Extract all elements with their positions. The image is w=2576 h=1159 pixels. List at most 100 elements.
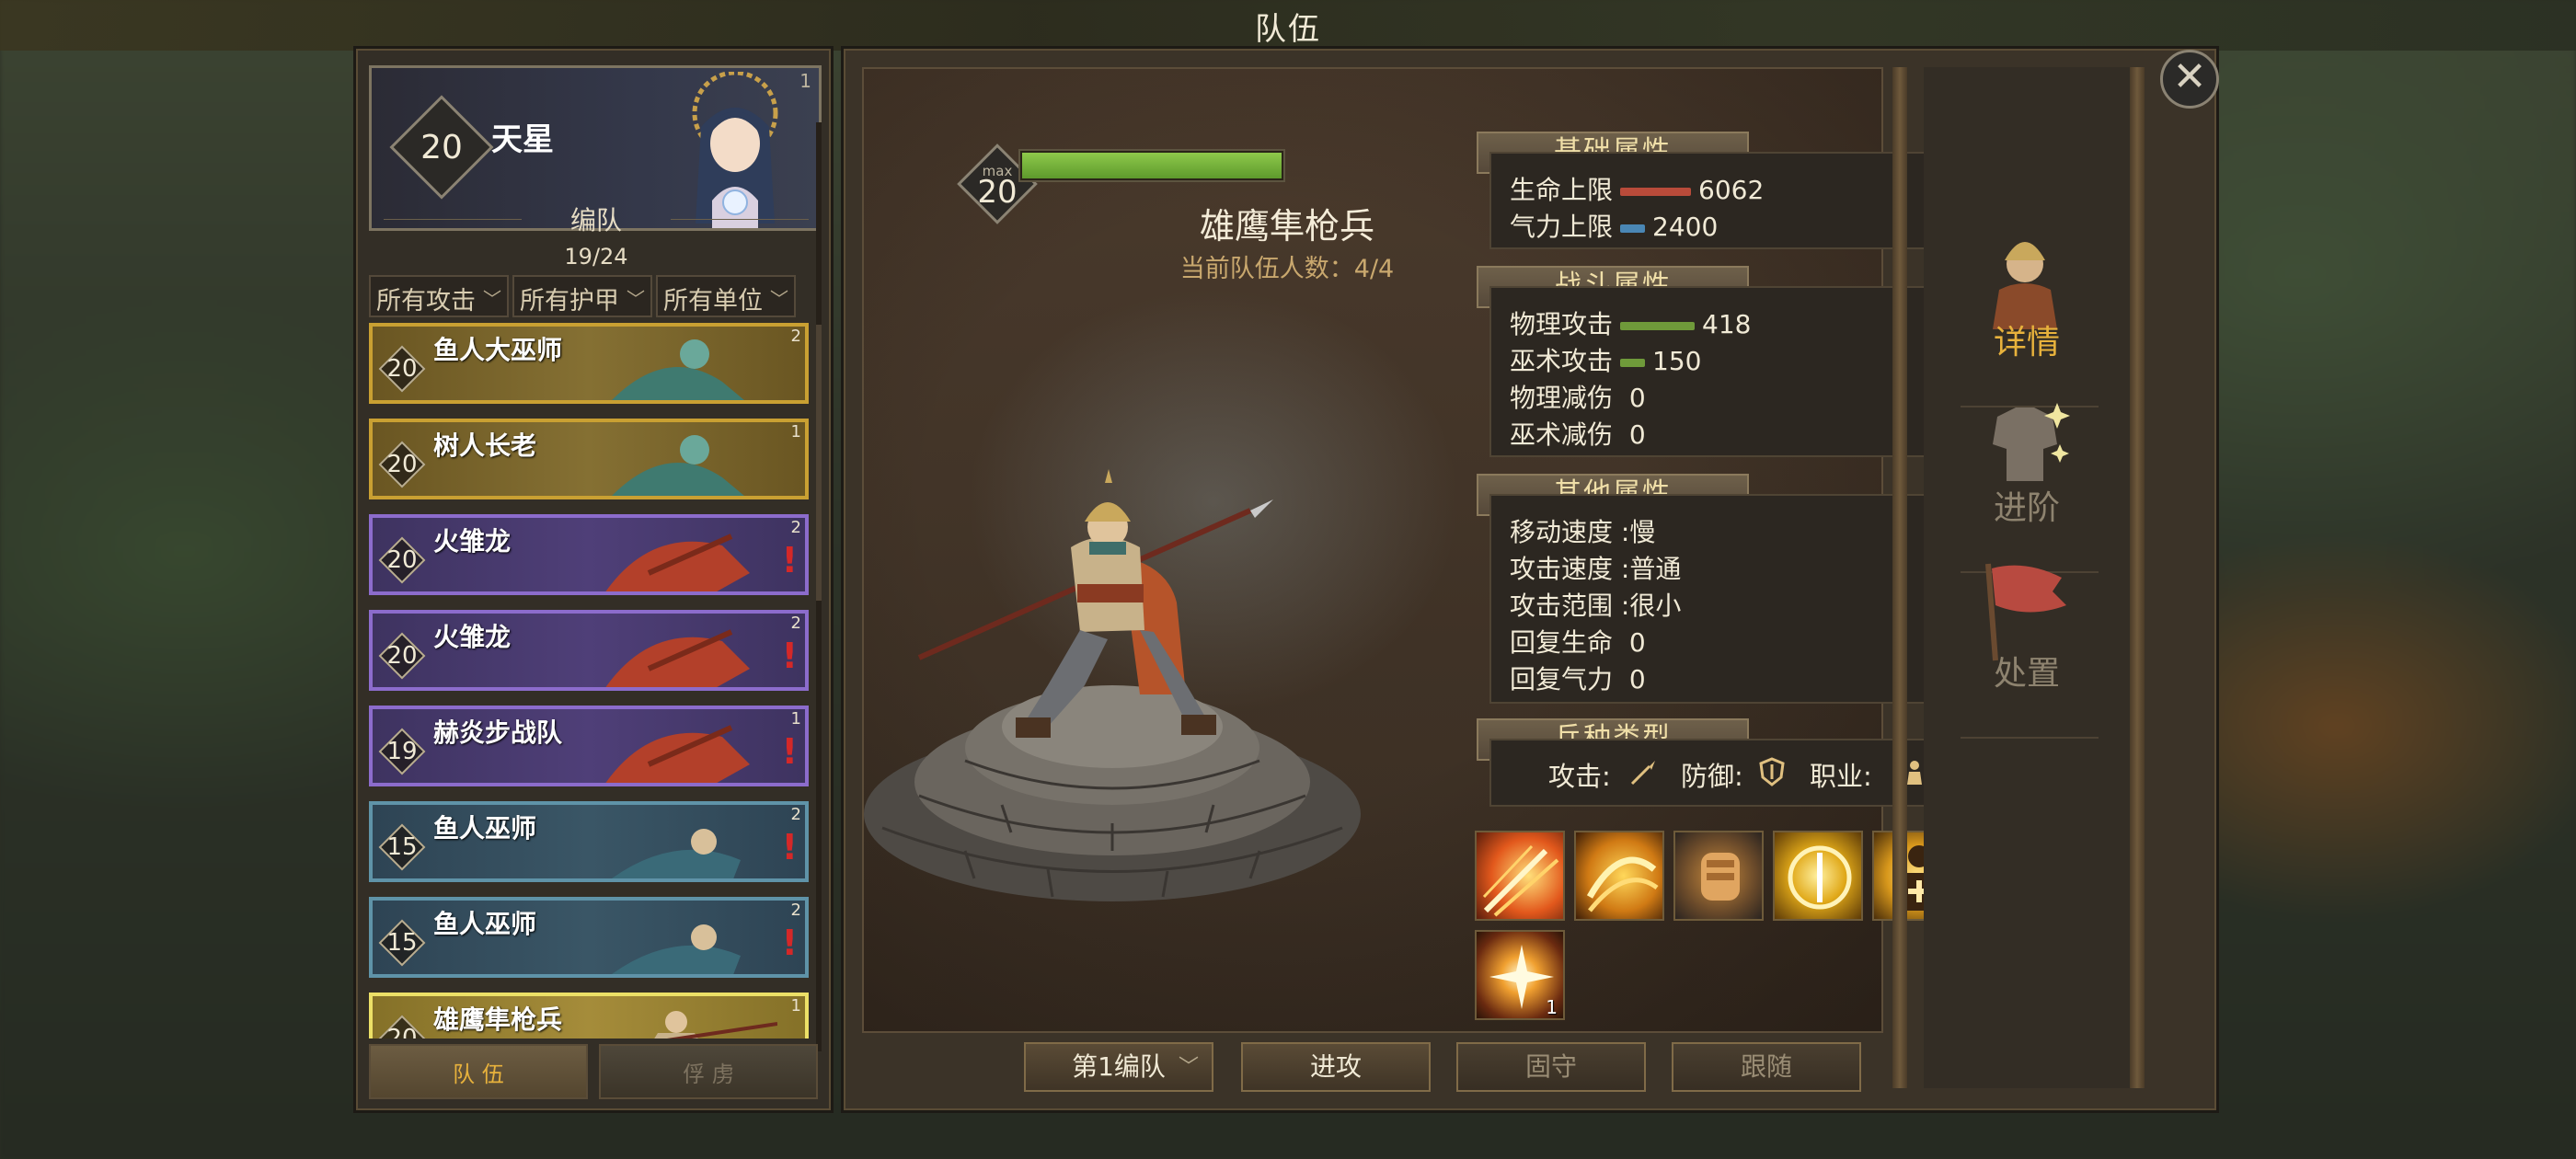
commander-name: 天星 <box>491 121 554 158</box>
stat-magic-reduction: 巫术减伤 0 <box>1510 419 1646 450</box>
close-icon: ✕ <box>2172 53 2207 100</box>
unit-level-badge: 19 <box>380 729 424 774</box>
commander-level-badge: 20 <box>392 98 491 197</box>
unit-portrait <box>612 339 744 400</box>
unit-name: 火雏龙 <box>433 622 512 652</box>
tab-team[interactable]: 队 伍 <box>369 1044 588 1099</box>
magic-attack-bar <box>1620 358 1646 367</box>
stat-physical-reduction: 物理减伤 0 <box>1510 383 1646 413</box>
energy-bar <box>1620 224 1646 233</box>
defend-button[interactable]: 固守 <box>1456 1042 1646 1092</box>
menu-dispose[interactable]: 处置 <box>1924 555 2130 720</box>
unit-portrait <box>605 629 750 687</box>
roster-unit-row[interactable]: 15 鱼人巫师 2! <box>369 897 809 978</box>
skill-slot[interactable] <box>1475 831 1565 921</box>
roster-unit-row[interactable]: 19 赫炎步战队 1! <box>369 706 809 786</box>
unit-level-badge: 20 <box>380 347 424 391</box>
unit-count: 2 <box>790 901 801 920</box>
unit-count: 2 <box>790 805 801 824</box>
window-title: 队伍 <box>1255 11 1321 48</box>
unit-level-badge: 20 <box>380 538 424 582</box>
unit-level-badge: 15 <box>380 825 424 869</box>
roster-unit-row[interactable]: 20 火雏龙 2! <box>369 514 809 595</box>
roster-scrollbar-thumb[interactable] <box>816 325 822 601</box>
unit-portrait <box>654 1011 777 1039</box>
close-button[interactable]: ✕ <box>2160 50 2219 109</box>
stat-magic-attack: 巫术攻击 150 <box>1510 346 1702 376</box>
unit-name: 鱼人大巫师 <box>433 335 563 365</box>
physical-attack-bar <box>1620 321 1696 330</box>
chevron-down-icon: ﹀ <box>483 288 501 310</box>
warning-icon: ! <box>781 923 798 963</box>
warning-icon: ! <box>781 636 798 676</box>
spear-icon <box>1630 761 1655 786</box>
filter-unit-dropdown[interactable]: 所有单位 ﹀ <box>656 275 796 317</box>
attack-button[interactable]: 进攻 <box>1241 1042 1431 1092</box>
filter-attack-dropdown[interactable]: 所有攻击 ﹀ <box>369 275 509 317</box>
stat-physical-attack: 物理攻击 418 <box>1510 309 1752 339</box>
warning-icon: ! <box>781 540 798 580</box>
unit-name: 雄鹰隼枪兵 <box>433 1004 563 1035</box>
menu-advance[interactable]: 进阶 <box>1924 389 2130 555</box>
spiral-strike-icon <box>1586 856 1659 912</box>
filter-armor-dropdown[interactable]: 所有护甲 ﹀ <box>512 275 652 317</box>
section-combat-stats: 物理攻击 418 巫术攻击 150 物理减伤 0 巫术减伤 0 <box>1489 286 1961 457</box>
follow-button[interactable]: 跟随 <box>1672 1042 1861 1092</box>
squad-select-dropdown[interactable]: 第1编队 ﹀ <box>1024 1042 1213 1092</box>
unit-level-badge: 20 <box>380 1016 424 1039</box>
skill-slot[interactable] <box>1673 831 1764 921</box>
stat-attack-speed: 攻击速度 :普通 <box>1510 554 1682 584</box>
chevron-down-icon: ﹀ <box>1178 1056 1199 1079</box>
roster-unit-row[interactable]: 15 鱼人巫师 2! <box>369 801 809 882</box>
section-basic-stats: 生命上限 6062 气力上限 2400 <box>1489 152 1961 249</box>
unit-count: 2 <box>790 327 801 346</box>
fist-icon <box>1701 853 1740 901</box>
unit-name: 鱼人巫师 <box>433 909 537 939</box>
stat-max-hp: 生命上限 6062 <box>1510 175 1765 205</box>
warning-icon: ! <box>781 827 798 867</box>
stat-max-energy: 气力上限 2400 <box>1510 212 1719 242</box>
roster-unit-row[interactable]: 20 鱼人大巫师 2 <box>369 323 809 404</box>
unit-count: 2 <box>790 518 801 537</box>
unit-name: 树人长老 <box>433 430 537 461</box>
unit-detail-panel: max 20 雄鹰隼枪兵 当前队伍人数：4/4 生命上限 6062 气力上限 2… <box>841 46 2219 1113</box>
skill-slot[interactable]: 1 <box>1475 930 1565 1020</box>
panel-divider <box>1892 67 1907 1088</box>
chevron-down-icon: ﹀ <box>627 288 645 310</box>
section-other-stats: 移动速度 :慢 攻击速度 :普通 攻击范围 :很小 回复生命 0 回复气力 0 <box>1489 494 1961 704</box>
stat-move-speed: 移动速度 :慢 <box>1510 517 1656 547</box>
side-menu: 详情 进阶 处置 <box>1924 67 2130 1088</box>
skill-stack-count: 1 <box>1546 996 1558 1018</box>
unit-portrait <box>605 725 750 783</box>
warning-icon: ! <box>781 731 798 772</box>
experience-bar <box>1018 149 1285 182</box>
golden-aura-icon <box>1788 845 1852 910</box>
roster-unit-row[interactable]: 20 树人长老 1 <box>369 419 809 499</box>
unit-count: 2 <box>790 614 801 633</box>
stat-attack-range: 攻击范围 :很小 <box>1510 591 1682 621</box>
unit-level-badge: 20 <box>380 442 424 487</box>
panel-border-right <box>2130 67 2145 1088</box>
roster-unit-row[interactable]: 20 雄鹰隼枪兵 1 <box>369 993 809 1039</box>
tab-captive[interactable]: 俘 虏 <box>599 1044 818 1099</box>
unit-type-row: 攻击: 防御: 职业: <box>1489 739 1961 807</box>
chevron-down-icon: ﹀ <box>770 288 788 310</box>
unit-name: 赫炎步战队 <box>433 717 563 748</box>
unit-roster-list[interactable]: 20 鱼人大巫师 2 20 树人长老 1 20 火雏龙 2! 20 火雏龙 2! 19 赫炎步战队 1! 15… <box>369 323 809 1039</box>
skill-slot[interactable] <box>1574 831 1664 921</box>
menu-details[interactable]: 详情 <box>1924 224 2130 389</box>
squad-count: 19/24 <box>564 244 628 270</box>
unit-name: 火雏龙 <box>433 526 512 557</box>
spearman-on-pedestal-illustration <box>864 469 1361 901</box>
unit-level-badge: 15 <box>380 921 424 965</box>
unit-level-badge: 20 <box>380 634 424 678</box>
unit-portrait <box>612 924 741 974</box>
skill-slot[interactable] <box>1773 831 1863 921</box>
unit-portrait <box>612 435 744 496</box>
roster-unit-row[interactable]: 20 火雏龙 2! <box>369 610 809 691</box>
unit-name: 雄鹰隼枪兵 <box>1199 206 1374 247</box>
unit-count: 1 <box>790 422 801 442</box>
unit-portrait <box>612 829 741 878</box>
roster-panel: 20 天星 1 编队 19/24 所有攻击 ﹀ 所有护甲 ﹀ 所有单位 ﹀ 20 鱼人大… <box>353 46 834 1113</box>
unit-portrait <box>605 534 750 591</box>
